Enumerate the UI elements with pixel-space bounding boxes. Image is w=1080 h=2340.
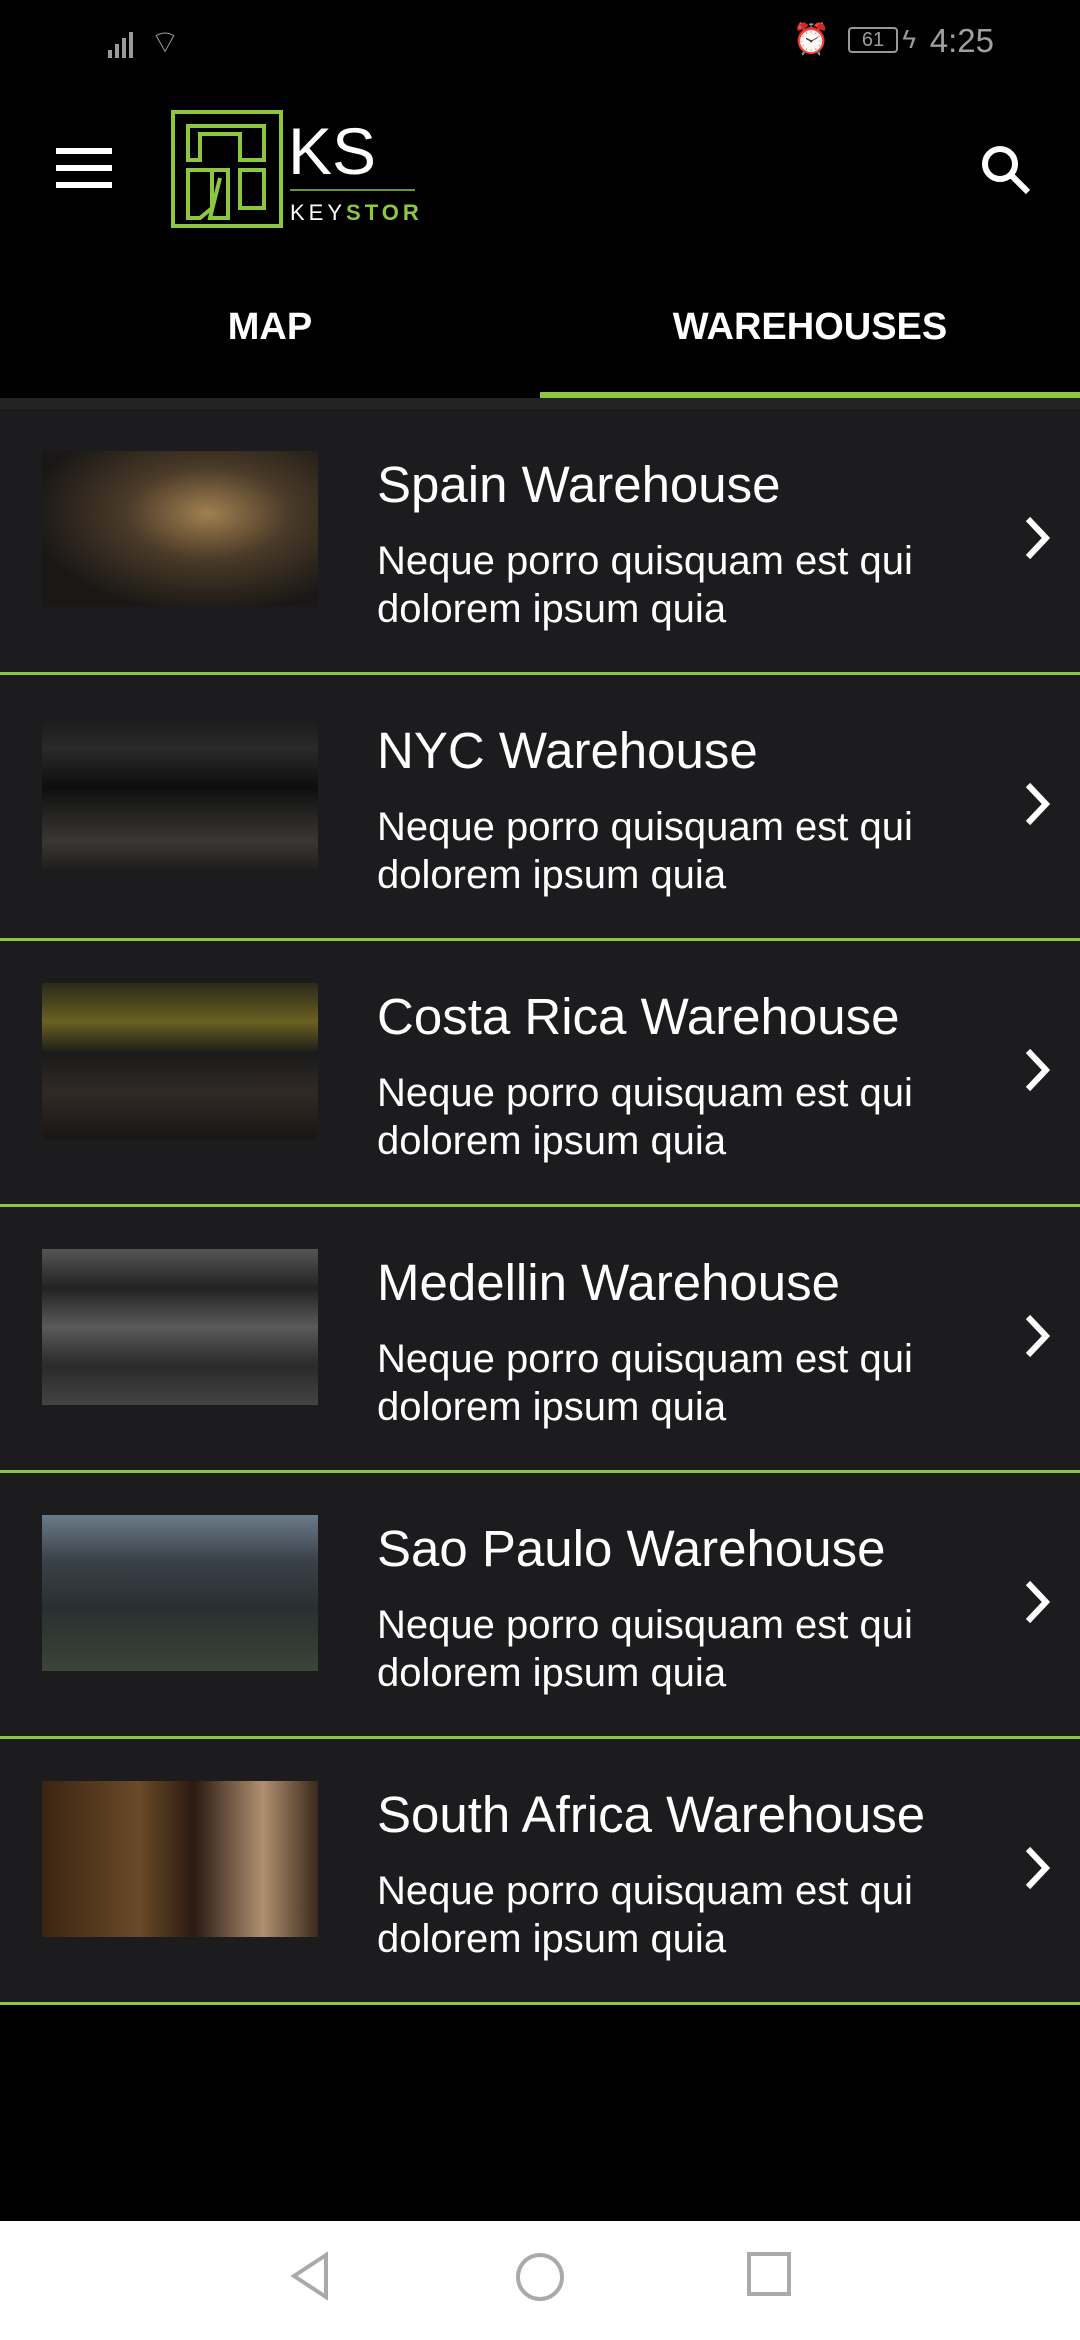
tab-warehouses[interactable]: WAREHOUSES (540, 270, 1080, 398)
warehouse-title: South Africa Warehouse (377, 1786, 926, 1843)
svg-text:KEYSTOR: KEYSTOR (290, 200, 423, 225)
recents-icon[interactable] (746, 2251, 792, 2297)
chevron-right-icon[interactable] (1020, 779, 1056, 829)
warehouse-list-item[interactable]: Spain Warehouse Neque porro quisquam est… (0, 409, 1080, 675)
charging-icon: ϟ (902, 24, 916, 54)
hamburger-icon[interactable] (56, 148, 112, 188)
warehouse-title: Spain Warehouse (377, 456, 781, 513)
status-time: 4:25 (929, 22, 994, 59)
status-bar: ⌔ ⏰ 61 ϟ 4:25 (0, 0, 1080, 80)
alarm-icon: ⏰ (792, 23, 830, 56)
tab-bar: MAP WAREHOUSES (0, 270, 1080, 398)
warehouse-thumbnail (42, 451, 318, 607)
warehouse-title: Sao Paulo Warehouse (377, 1520, 886, 1577)
warehouse-description: Neque porro quisquam est qui dolorem ips… (377, 539, 913, 631)
wifi-icon: ⌔ (150, 24, 181, 60)
warehouse-thumbnail (42, 1781, 318, 1937)
warehouse-list-item[interactable]: NYC Warehouse Neque porro quisquam est q… (0, 675, 1080, 941)
search-icon[interactable] (978, 142, 1034, 198)
warehouse-thumbnail (42, 1515, 318, 1671)
warehouse-list-item[interactable]: Costa Rica Warehouse Neque porro quisqua… (0, 941, 1080, 1207)
keystor-logo: KS KEYSTOR (170, 108, 430, 234)
warehouse-title: NYC Warehouse (377, 722, 758, 779)
warehouse-description: Neque porro quisquam est qui dolorem ips… (377, 1603, 913, 1695)
back-icon[interactable] (288, 2251, 332, 2301)
warehouse-description: Neque porro quisquam est qui dolorem ips… (377, 1071, 913, 1163)
chevron-right-icon[interactable] (1020, 1045, 1056, 1095)
chevron-right-icon[interactable] (1020, 513, 1056, 563)
system-nav-bar (0, 2221, 1080, 2340)
svg-text:KS: KS (288, 114, 376, 188)
chevron-right-icon[interactable] (1020, 1843, 1056, 1893)
warehouse-list-item[interactable]: Sao Paulo Warehouse Neque porro quisquam… (0, 1473, 1080, 1739)
battery-icon: 61 (848, 27, 898, 53)
warehouse-title: Costa Rica Warehouse (377, 988, 900, 1045)
warehouse-list: Spain Warehouse Neque porro quisquam est… (0, 409, 1080, 2005)
home-icon[interactable] (514, 2251, 566, 2303)
chevron-right-icon[interactable] (1020, 1577, 1056, 1627)
chevron-right-icon[interactable] (1020, 1311, 1056, 1361)
warehouse-title: Medellin Warehouse (377, 1254, 841, 1311)
warehouse-list-item[interactable]: Medellin Warehouse Neque porro quisquam … (0, 1207, 1080, 1473)
signal-icon (108, 32, 133, 58)
warehouse-thumbnail (42, 1249, 318, 1405)
warehouse-description: Neque porro quisquam est qui dolorem ips… (377, 805, 913, 897)
warehouse-description: Neque porro quisquam est qui dolorem ips… (377, 1337, 913, 1429)
tab-map[interactable]: MAP (0, 270, 540, 398)
warehouse-description: Neque porro quisquam est qui dolorem ips… (377, 1869, 913, 1961)
warehouse-list-item[interactable]: South Africa Warehouse Neque porro quisq… (0, 1739, 1080, 2005)
warehouse-thumbnail (42, 717, 318, 873)
warehouse-thumbnail (42, 983, 318, 1139)
